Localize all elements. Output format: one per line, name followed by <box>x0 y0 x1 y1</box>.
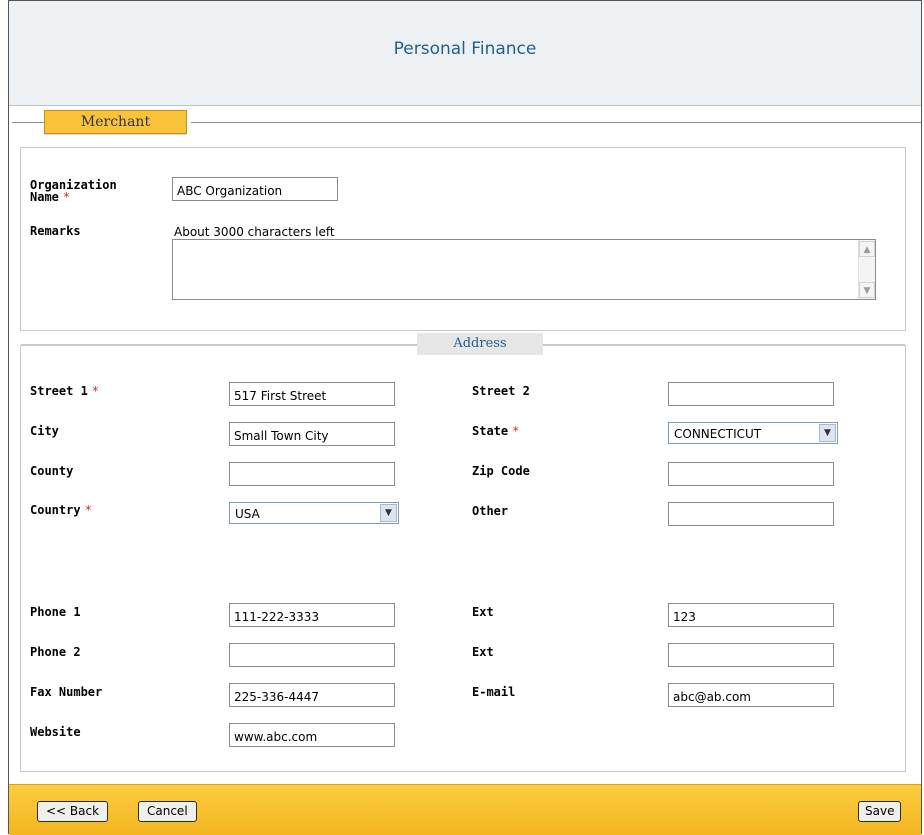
cancel-button[interactable]: Cancel <box>138 801 197 822</box>
org-name-label: Organization Name * <box>30 179 150 203</box>
street1-label-text: Street 1 <box>30 384 88 398</box>
street1-label: Street 1 * <box>30 385 99 397</box>
country-label: Country * <box>30 504 92 516</box>
required-marker: * <box>84 503 92 517</box>
other-field[interactable] <box>668 502 834 526</box>
zip-label: Zip Code <box>472 464 530 478</box>
country-label-text: Country <box>30 503 81 517</box>
fax-field[interactable] <box>229 683 395 707</box>
org-name-field[interactable] <box>172 177 338 201</box>
country-select[interactable]: USA ▼ <box>229 502 399 524</box>
zip-field[interactable] <box>668 462 834 486</box>
remarks-scrollbar[interactable]: ▲ ▼ <box>858 240 875 299</box>
fax-label: Fax Number <box>30 685 103 699</box>
merchant-divider-left <box>12 122 45 123</box>
city-label: City <box>30 424 59 438</box>
street2-field[interactable] <box>668 382 834 406</box>
remarks-label: Remarks <box>30 224 81 238</box>
page-title: Personal Finance <box>393 39 537 59</box>
address-divider-left <box>21 344 417 345</box>
phone2-label: Phone 2 <box>30 645 81 659</box>
state-select[interactable]: CONNECTICUT ▼ <box>668 422 838 444</box>
ext2-label: Ext <box>472 645 494 659</box>
state-label-text: State <box>472 424 509 438</box>
required-marker: * <box>512 424 520 438</box>
email-label: E-mail <box>472 685 516 699</box>
email-field[interactable] <box>668 683 834 707</box>
ext1-label: Ext <box>472 605 494 619</box>
state-select-value: CONNECTICUT <box>674 427 762 441</box>
scroll-down-icon[interactable]: ▼ <box>859 282 875 298</box>
phone2-field[interactable] <box>229 643 395 667</box>
tab-merchant[interactable]: Merchant <box>44 110 187 134</box>
scroll-up-icon[interactable]: ▲ <box>859 241 875 257</box>
required-marker: * <box>91 384 100 398</box>
address-divider-right <box>543 344 905 345</box>
page-header: Personal Finance <box>9 1 921 106</box>
remarks-textarea[interactable]: ▲ ▼ <box>172 239 876 300</box>
ext2-field[interactable] <box>668 643 834 667</box>
address-panel <box>20 345 906 772</box>
org-name-label-text: Organization Name <box>30 178 117 204</box>
county-field[interactable] <box>229 462 395 486</box>
other-label: Other <box>472 504 509 518</box>
county-label: County <box>30 464 74 478</box>
country-select-value: USA <box>235 507 260 521</box>
state-label: State * <box>472 425 519 437</box>
street2-label: Street 2 <box>472 384 530 398</box>
chevron-down-icon[interactable]: ▼ <box>819 424 836 442</box>
required-marker: * <box>62 190 71 204</box>
chevron-down-icon[interactable]: ▼ <box>380 504 397 522</box>
phone1-label: Phone 1 <box>30 605 81 619</box>
tab-address[interactable]: Address <box>417 333 543 355</box>
footer-bar: << Back Cancel Save <box>9 784 921 835</box>
tab-merchant-shadow <box>44 134 187 135</box>
website-field[interactable] <box>229 723 395 747</box>
merchant-divider-right <box>191 122 921 123</box>
save-button[interactable]: Save <box>858 801 902 822</box>
remarks-hint: About 3000 characters left <box>174 225 335 239</box>
ext1-field[interactable] <box>668 603 834 627</box>
street1-field[interactable] <box>229 382 395 406</box>
website-label: Website <box>30 725 81 739</box>
city-field[interactable] <box>229 422 395 446</box>
phone1-field[interactable] <box>229 603 395 627</box>
back-button[interactable]: << Back <box>37 801 109 822</box>
